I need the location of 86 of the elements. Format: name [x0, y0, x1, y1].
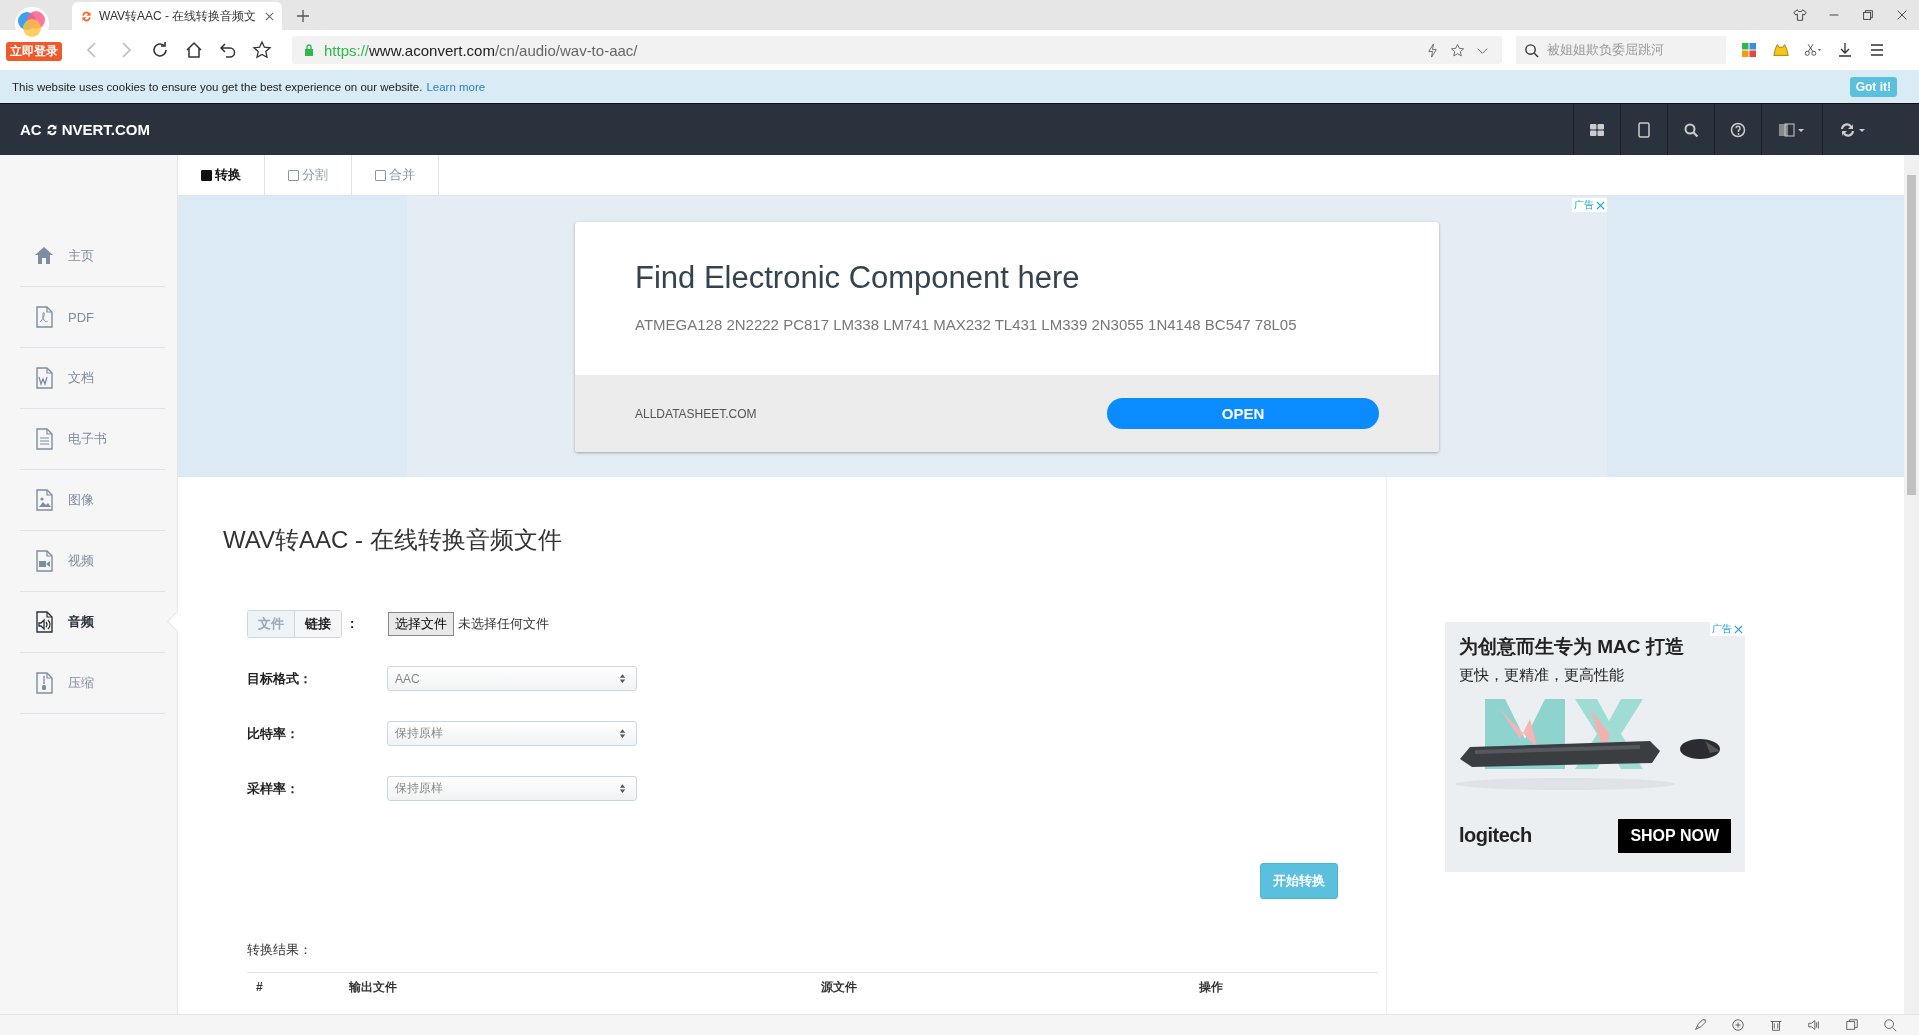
tab[interactable]: 转换 [178, 155, 265, 195]
home-icon [34, 245, 54, 267]
window-icon[interactable] [1845, 1018, 1859, 1032]
word-file-icon [34, 367, 54, 389]
sidebar-item[interactable]: 主页 [20, 226, 165, 287]
field-label: 采样率： [247, 779, 300, 798]
refresh-icon [80, 9, 93, 23]
dropdown[interactable]: 保持原样 [387, 776, 637, 801]
sort-arrows-icon [619, 673, 626, 684]
learn-more-link[interactable]: Learn more [426, 80, 486, 93]
star-icon[interactable] [252, 40, 272, 60]
new-tab-icon[interactable] [296, 9, 310, 23]
column-header: 输出文件 [347, 978, 398, 996]
site-logo[interactable]: AC NVERT.COM [20, 104, 150, 155]
sort-arrows-icon [619, 728, 626, 739]
undo-icon[interactable] [218, 40, 238, 60]
scissors-icon[interactable] [1804, 42, 1822, 58]
source-toggle-option[interactable]: 文件 [248, 610, 294, 637]
dropdown[interactable]: 保持原样 [387, 721, 637, 746]
source-toggle-option[interactable]: 链接 [294, 610, 341, 637]
close-icon[interactable] [1895, 8, 1909, 22]
sidebar-item[interactable]: 图像 [20, 470, 165, 531]
audio-file-icon [34, 611, 54, 633]
column-header: # [255, 980, 264, 994]
grid-icon[interactable] [1589, 121, 1605, 138]
sidebar-item[interactable]: 音频 [20, 592, 165, 653]
column-header: 操作 [1198, 978, 1223, 996]
sidebar-item[interactable]: 压缩 [20, 653, 165, 714]
help-icon[interactable] [1730, 121, 1746, 138]
tablet-icon[interactable] [1636, 121, 1652, 138]
got-it-button[interactable]: Got it! [1849, 76, 1897, 97]
restore-icon[interactable] [1861, 8, 1875, 22]
search-field[interactable]: 被姐姐欺负委屈跳河 [1516, 36, 1726, 64]
sort-arrows-icon [619, 783, 626, 794]
open-button[interactable]: OPEN [1107, 398, 1379, 429]
login-badge[interactable]: 立即登录 [6, 42, 62, 61]
ad-text: ATMEGA128 2N2222 PC817 LM338 LM741 MAX232 TL431 LM339 2N3055 1N4148 BC547 78L05 [635, 316, 1298, 333]
choose-file-button[interactable]: 选择文件 [388, 611, 455, 636]
ad-subline: 更快，更精准，更高性能 [1459, 666, 1625, 685]
close-icon[interactable] [265, 11, 274, 21]
video-file-icon [34, 550, 54, 572]
results-label: 转换结果： [247, 941, 313, 959]
column-header: 源文件 [820, 978, 858, 996]
refresh-icon[interactable] [1839, 121, 1867, 138]
ad-headline: 为创意而生专为 MAC 打造 [1459, 635, 1685, 659]
sidebar-item[interactable]: PDF [20, 287, 165, 348]
page-title: WAV转AAC - 在线转换音频文件 [223, 525, 563, 555]
ad-label: 广告 [1712, 622, 1732, 636]
separator: : [350, 616, 355, 631]
shirt-icon[interactable] [1793, 8, 1807, 22]
lock-icon [304, 44, 314, 56]
ad-title: Find Electronic Component here [635, 260, 1081, 296]
address-bar[interactable]: https://www.aconvert.com/cn/audio/wav-to-aac/ [292, 36, 1502, 64]
sidebar-item[interactable]: 电子书 [20, 409, 165, 470]
field-label: 目标格式： [247, 669, 313, 688]
shop-now-button[interactable]: SHOP NOW [1618, 818, 1731, 853]
brand-logo: logitech [1459, 824, 1532, 847]
star-icon[interactable] [1450, 42, 1465, 58]
cookie-notice: This website uses cookies to ensure you get the best experience on our website. [12, 80, 423, 93]
zip-file-icon [34, 672, 54, 694]
search-icon[interactable] [1683, 121, 1699, 138]
lightning-icon[interactable] [1425, 42, 1440, 58]
search-icon[interactable] [1883, 1018, 1897, 1032]
tab[interactable]: 分割 [265, 155, 352, 195]
dropdown[interactable]: AAC [387, 666, 637, 691]
apps-icon[interactable] [1740, 42, 1758, 58]
sidebar-item[interactable]: 文档 [20, 348, 165, 409]
scrollbar[interactable] [1904, 155, 1919, 1014]
search-icon [1524, 42, 1539, 58]
reload-icon[interactable] [150, 40, 170, 60]
start-convert-button[interactable]: 开始转换 [1260, 863, 1338, 899]
document-icon [34, 428, 54, 450]
field-label: 比特率： [247, 724, 300, 743]
sidebar-item[interactable]: 视频 [20, 531, 165, 592]
image-file-icon [34, 489, 54, 511]
menu-icon[interactable] [1868, 42, 1886, 58]
ad-label: 广告 [1574, 198, 1594, 212]
browser-tab[interactable]: WAV转AAC - 在线转换音频文 [72, 2, 282, 30]
download-icon[interactable] [1836, 42, 1854, 58]
pdf-file-icon [34, 306, 54, 328]
speaker-icon[interactable] [1807, 1018, 1821, 1032]
ad-source: ALLDATASHEET.COM [635, 406, 757, 421]
home-icon[interactable] [184, 40, 204, 60]
file-status: 未选择任何文件 [458, 614, 550, 633]
trash-icon[interactable] [1769, 1018, 1783, 1032]
tab[interactable]: 合并 [352, 155, 439, 195]
